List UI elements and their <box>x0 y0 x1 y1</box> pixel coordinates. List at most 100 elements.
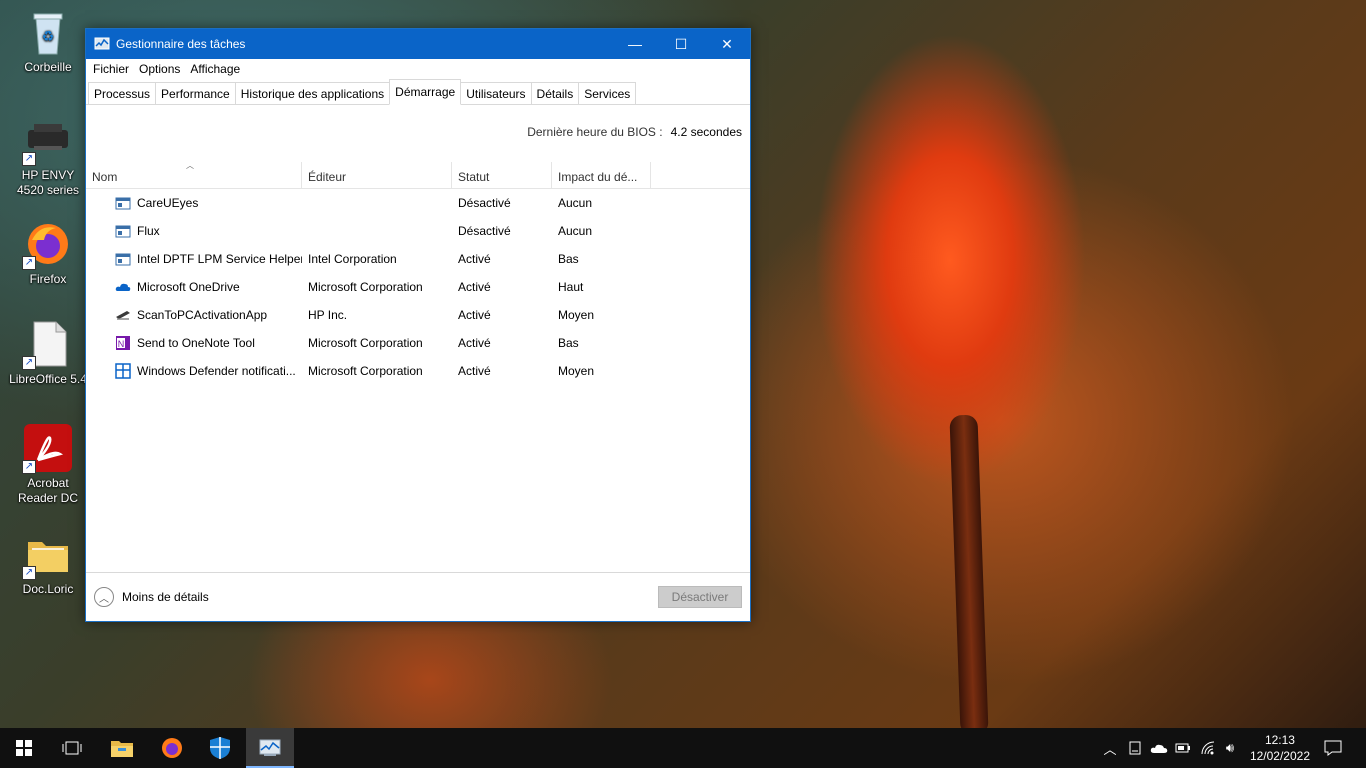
desktop-icon-hp-printer[interactable]: ↗ HP ENVY 4520 series <box>8 116 88 198</box>
svg-text:N: N <box>118 339 125 349</box>
defender-icon <box>115 363 131 379</box>
menu-affichage[interactable]: Affichage <box>185 62 245 76</box>
row-publisher: Microsoft Corporation <box>308 364 423 378</box>
tab-processus[interactable]: Processus <box>88 82 157 104</box>
tray-network[interactable] <box>1198 728 1218 768</box>
clock-date: 12/02/2022 <box>1249 749 1310 763</box>
app-window-icon <box>115 223 131 239</box>
task-manager-window: Gestionnaire des tâches — ☐ ✕ Fichier Op… <box>85 28 751 622</box>
task-view-button[interactable] <box>48 728 96 768</box>
minimize-icon: — <box>628 36 642 52</box>
tab-performance[interactable]: Performance <box>155 82 236 104</box>
sort-ascending-icon: ︿ <box>186 161 194 170</box>
onedrive-cloud-icon <box>115 279 131 295</box>
desktop-icon-label: Firefox <box>29 272 67 286</box>
taskbar-firefox[interactable] <box>148 728 196 768</box>
bios-time: Dernière heure du BIOS : 4.2 secondes <box>527 125 742 139</box>
clock-time: 12:13 <box>1264 733 1295 747</box>
row-publisher: Microsoft Corporation <box>308 336 423 350</box>
tab-utilisateurs[interactable]: Utilisateurs <box>460 82 532 104</box>
tab-details[interactable]: Détails <box>530 82 580 104</box>
desktop-icon-doc-loric[interactable]: ↗ Doc.Loric <box>8 530 88 597</box>
table-row[interactable]: Intel DPTF LPM Service Helper Intel Corp… <box>86 245 750 273</box>
tab-services[interactable]: Services <box>578 82 637 104</box>
chevron-up-icon: ︿ <box>1103 741 1117 757</box>
shortcut-arrow-icon: ↗ <box>22 152 36 166</box>
battery-icon <box>1175 743 1190 753</box>
row-status: Activé <box>458 280 491 294</box>
svg-text:♻: ♻ <box>42 28 55 44</box>
speaker-icon: 🔊︎ <box>1225 740 1235 755</box>
maximize-button[interactable]: ☐ <box>658 29 704 59</box>
column-header-status[interactable]: Statut <box>451 162 551 188</box>
desktop-icon-firefox[interactable]: ↗ Firefox <box>8 220 88 287</box>
row-publisher <box>308 189 448 217</box>
column-header-publisher[interactable]: Éditeur <box>301 162 451 188</box>
row-name: Flux <box>137 224 160 238</box>
tab-historique[interactable]: Historique des applications <box>234 82 391 104</box>
column-header-impact[interactable]: Impact du dé... <box>551 162 651 188</box>
table-row[interactable]: CareUEyes Désactivé Aucun <box>86 189 750 217</box>
scanner-icon <box>115 307 131 323</box>
recycle-bin-icon: ♻ <box>24 8 72 56</box>
window-title: Gestionnaire des tâches <box>116 37 246 51</box>
table-row[interactable]: ScanToPCActivationApp HP Inc. Activé Moy… <box>86 301 750 329</box>
close-button[interactable]: ✕ <box>704 29 750 59</box>
menu-fichier[interactable]: Fichier <box>88 62 134 76</box>
row-status: Activé <box>458 252 491 266</box>
row-status: Désactivé <box>458 224 511 238</box>
row-publisher: HP Inc. <box>308 308 348 322</box>
table-row[interactable]: Microsoft OneDrive Microsoft Corporation… <box>86 273 750 301</box>
row-name: CareUEyes <box>137 196 199 210</box>
desktop-icon-libreoffice[interactable]: ↗ LibreOffice 5.4 <box>8 320 88 387</box>
minimize-button[interactable]: — <box>612 29 658 59</box>
tab-strip: Processus Performance Historique des app… <box>86 79 750 105</box>
action-center-button[interactable] <box>1316 728 1350 768</box>
column-header-name[interactable]: ︿ Nom <box>86 161 300 188</box>
desktop-icon-label: Doc.Loric <box>22 582 74 596</box>
shield-icon <box>210 737 230 759</box>
row-name: Send to OneNote Tool <box>137 336 255 350</box>
onedrive-cloud-icon <box>1150 744 1168 753</box>
shortcut-arrow-icon: ↗ <box>22 256 36 270</box>
row-impact: Aucun <box>558 224 593 238</box>
table-row[interactable]: Flux Désactivé Aucun <box>86 217 750 245</box>
taskbar: ︿ 🔊︎ 12:13 12/02/2022 <box>0 728 1366 768</box>
firefox-icon <box>162 738 182 758</box>
table-row[interactable]: N Send to OneNote Tool Microsoft Corpora… <box>86 329 750 357</box>
tray-volume[interactable]: 🔊︎ <box>1220 728 1240 768</box>
menu-options[interactable]: Options <box>134 62 185 76</box>
folder-icon <box>111 741 133 757</box>
tab-demarrage[interactable]: Démarrage <box>389 79 462 105</box>
tray-battery[interactable] <box>1173 728 1193 768</box>
less-details-toggle[interactable]: ︿ Moins de détails <box>94 587 209 607</box>
row-status: Activé <box>458 308 491 322</box>
tablet-icon <box>1129 741 1141 755</box>
shortcut-arrow-icon: ↗ <box>22 566 36 580</box>
taskbar-clock[interactable]: 12:13 12/02/2022 <box>1250 732 1310 764</box>
wallpaper-flower-stem <box>949 414 989 736</box>
row-name: Intel DPTF LPM Service Helper <box>137 252 302 266</box>
notification-icon <box>1324 740 1342 756</box>
tray-show-hidden-button[interactable]: ︿ <box>1100 728 1120 768</box>
desktop-icon-recycle-bin[interactable]: ♻ Corbeille <box>8 8 88 75</box>
tray-onedrive[interactable] <box>1148 728 1170 768</box>
taskbar-task-manager[interactable] <box>246 728 294 768</box>
row-status: Activé <box>458 364 491 378</box>
desktop-icon-label: Corbeille <box>24 60 72 74</box>
taskbar-windows-security[interactable] <box>196 728 244 768</box>
disable-button[interactable]: Désactiver <box>658 586 742 608</box>
windows-logo-icon <box>16 740 32 756</box>
row-impact: Moyen <box>558 308 595 322</box>
table-header: ︿ Nom Éditeur Statut Impact du dé... <box>86 161 750 189</box>
task-manager-app-icon <box>94 36 110 52</box>
chevron-up-icon: ︿ <box>94 587 114 607</box>
title-bar[interactable]: Gestionnaire des tâches — ☐ ✕ <box>86 29 750 59</box>
taskbar-file-explorer[interactable] <box>98 728 146 768</box>
tray-touch-keyboard[interactable] <box>1125 728 1145 768</box>
desktop-icon-label: Acrobat Reader DC <box>17 476 79 505</box>
table-row[interactable]: Windows Defender notificati... Microsoft… <box>86 357 750 385</box>
row-impact: Moyen <box>558 364 595 378</box>
desktop-icon-acrobat[interactable]: ↗ Acrobat Reader DC <box>8 424 88 506</box>
start-button[interactable] <box>0 728 48 768</box>
